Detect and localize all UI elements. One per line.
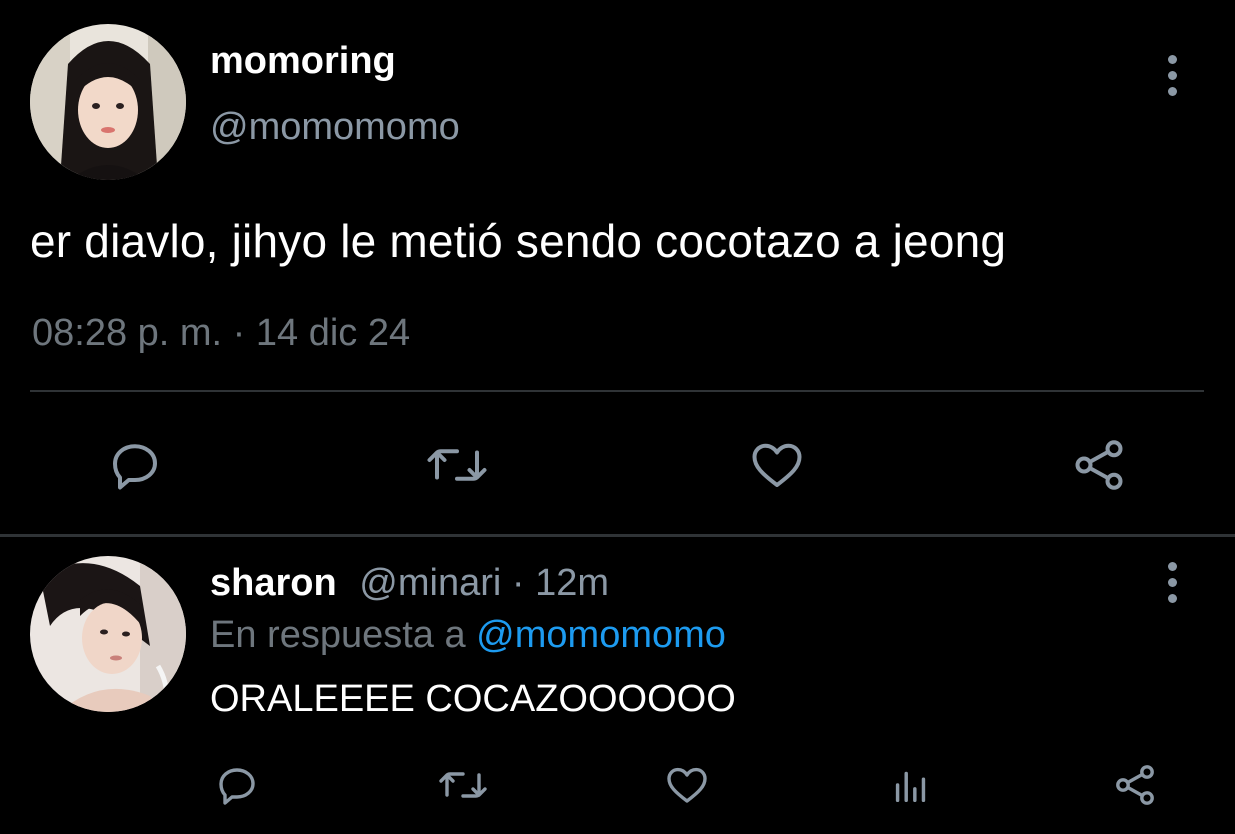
divider <box>0 534 1235 537</box>
more-dot-icon <box>1167 561 1177 571</box>
user-handle[interactable]: @minari <box>359 562 501 604</box>
more-dot-icon <box>1167 54 1177 64</box>
more-dot-icon <box>1167 577 1177 587</box>
user-handle[interactable]: @momomomo <box>210 106 460 149</box>
tweet-text: ORALEEEE COCAZOOOOOO <box>210 678 736 720</box>
replying-to: En respuesta a @momomomo <box>210 614 726 657</box>
reply-button[interactable] <box>202 750 272 820</box>
display-name[interactable]: sharon <box>210 562 337 604</box>
main-tweet[interactable]: momoring @momomomo er diavlo, jihyo le m… <box>0 0 1235 534</box>
more-options-button[interactable] <box>1157 557 1187 607</box>
retweet-icon <box>427 449 487 481</box>
share-button[interactable] <box>1100 750 1170 820</box>
heart-icon <box>667 767 707 803</box>
like-button[interactable] <box>742 430 812 500</box>
reply-icon <box>113 444 157 490</box>
tweet-timestamp[interactable]: 08:28 p. m. · 14 dic 24 <box>32 312 410 355</box>
avatar[interactable] <box>30 556 186 712</box>
like-button[interactable] <box>652 750 722 820</box>
tweet-timestamp[interactable]: 12m <box>535 562 609 604</box>
replying-to-label: En respuesta a <box>210 614 477 656</box>
retweet-button[interactable] <box>428 750 498 820</box>
retweet-button[interactable] <box>422 430 492 500</box>
heart-icon <box>752 443 802 487</box>
tweet-text: er diavlo, jihyo le metió sendo cocotazo… <box>30 215 1007 267</box>
share-icon <box>1116 765 1154 805</box>
separator: · <box>501 562 536 604</box>
more-dot-icon <box>1167 86 1177 96</box>
share-button[interactable] <box>1064 430 1134 500</box>
reply-button[interactable] <box>100 430 170 500</box>
avatar[interactable] <box>30 24 186 180</box>
views-icon <box>895 771 926 803</box>
display-name[interactable]: momoring <box>210 40 396 83</box>
more-dot-icon <box>1167 70 1177 80</box>
views-button[interactable] <box>876 750 946 820</box>
more-dot-icon <box>1167 593 1177 603</box>
retweet-icon <box>439 772 487 798</box>
reply-header: sharon @minari · 12m <box>210 562 609 605</box>
reply-icon <box>219 768 255 805</box>
avatar-photo-image <box>30 556 186 712</box>
avatar-photo-image <box>30 24 186 180</box>
divider <box>30 390 1204 392</box>
share-icon <box>1075 440 1123 490</box>
replying-to-handle-link[interactable]: @momomomo <box>476 614 726 656</box>
tweet-thread: momoring @momomomo er diavlo, jihyo le m… <box>0 0 1235 834</box>
more-options-button[interactable] <box>1157 50 1187 100</box>
